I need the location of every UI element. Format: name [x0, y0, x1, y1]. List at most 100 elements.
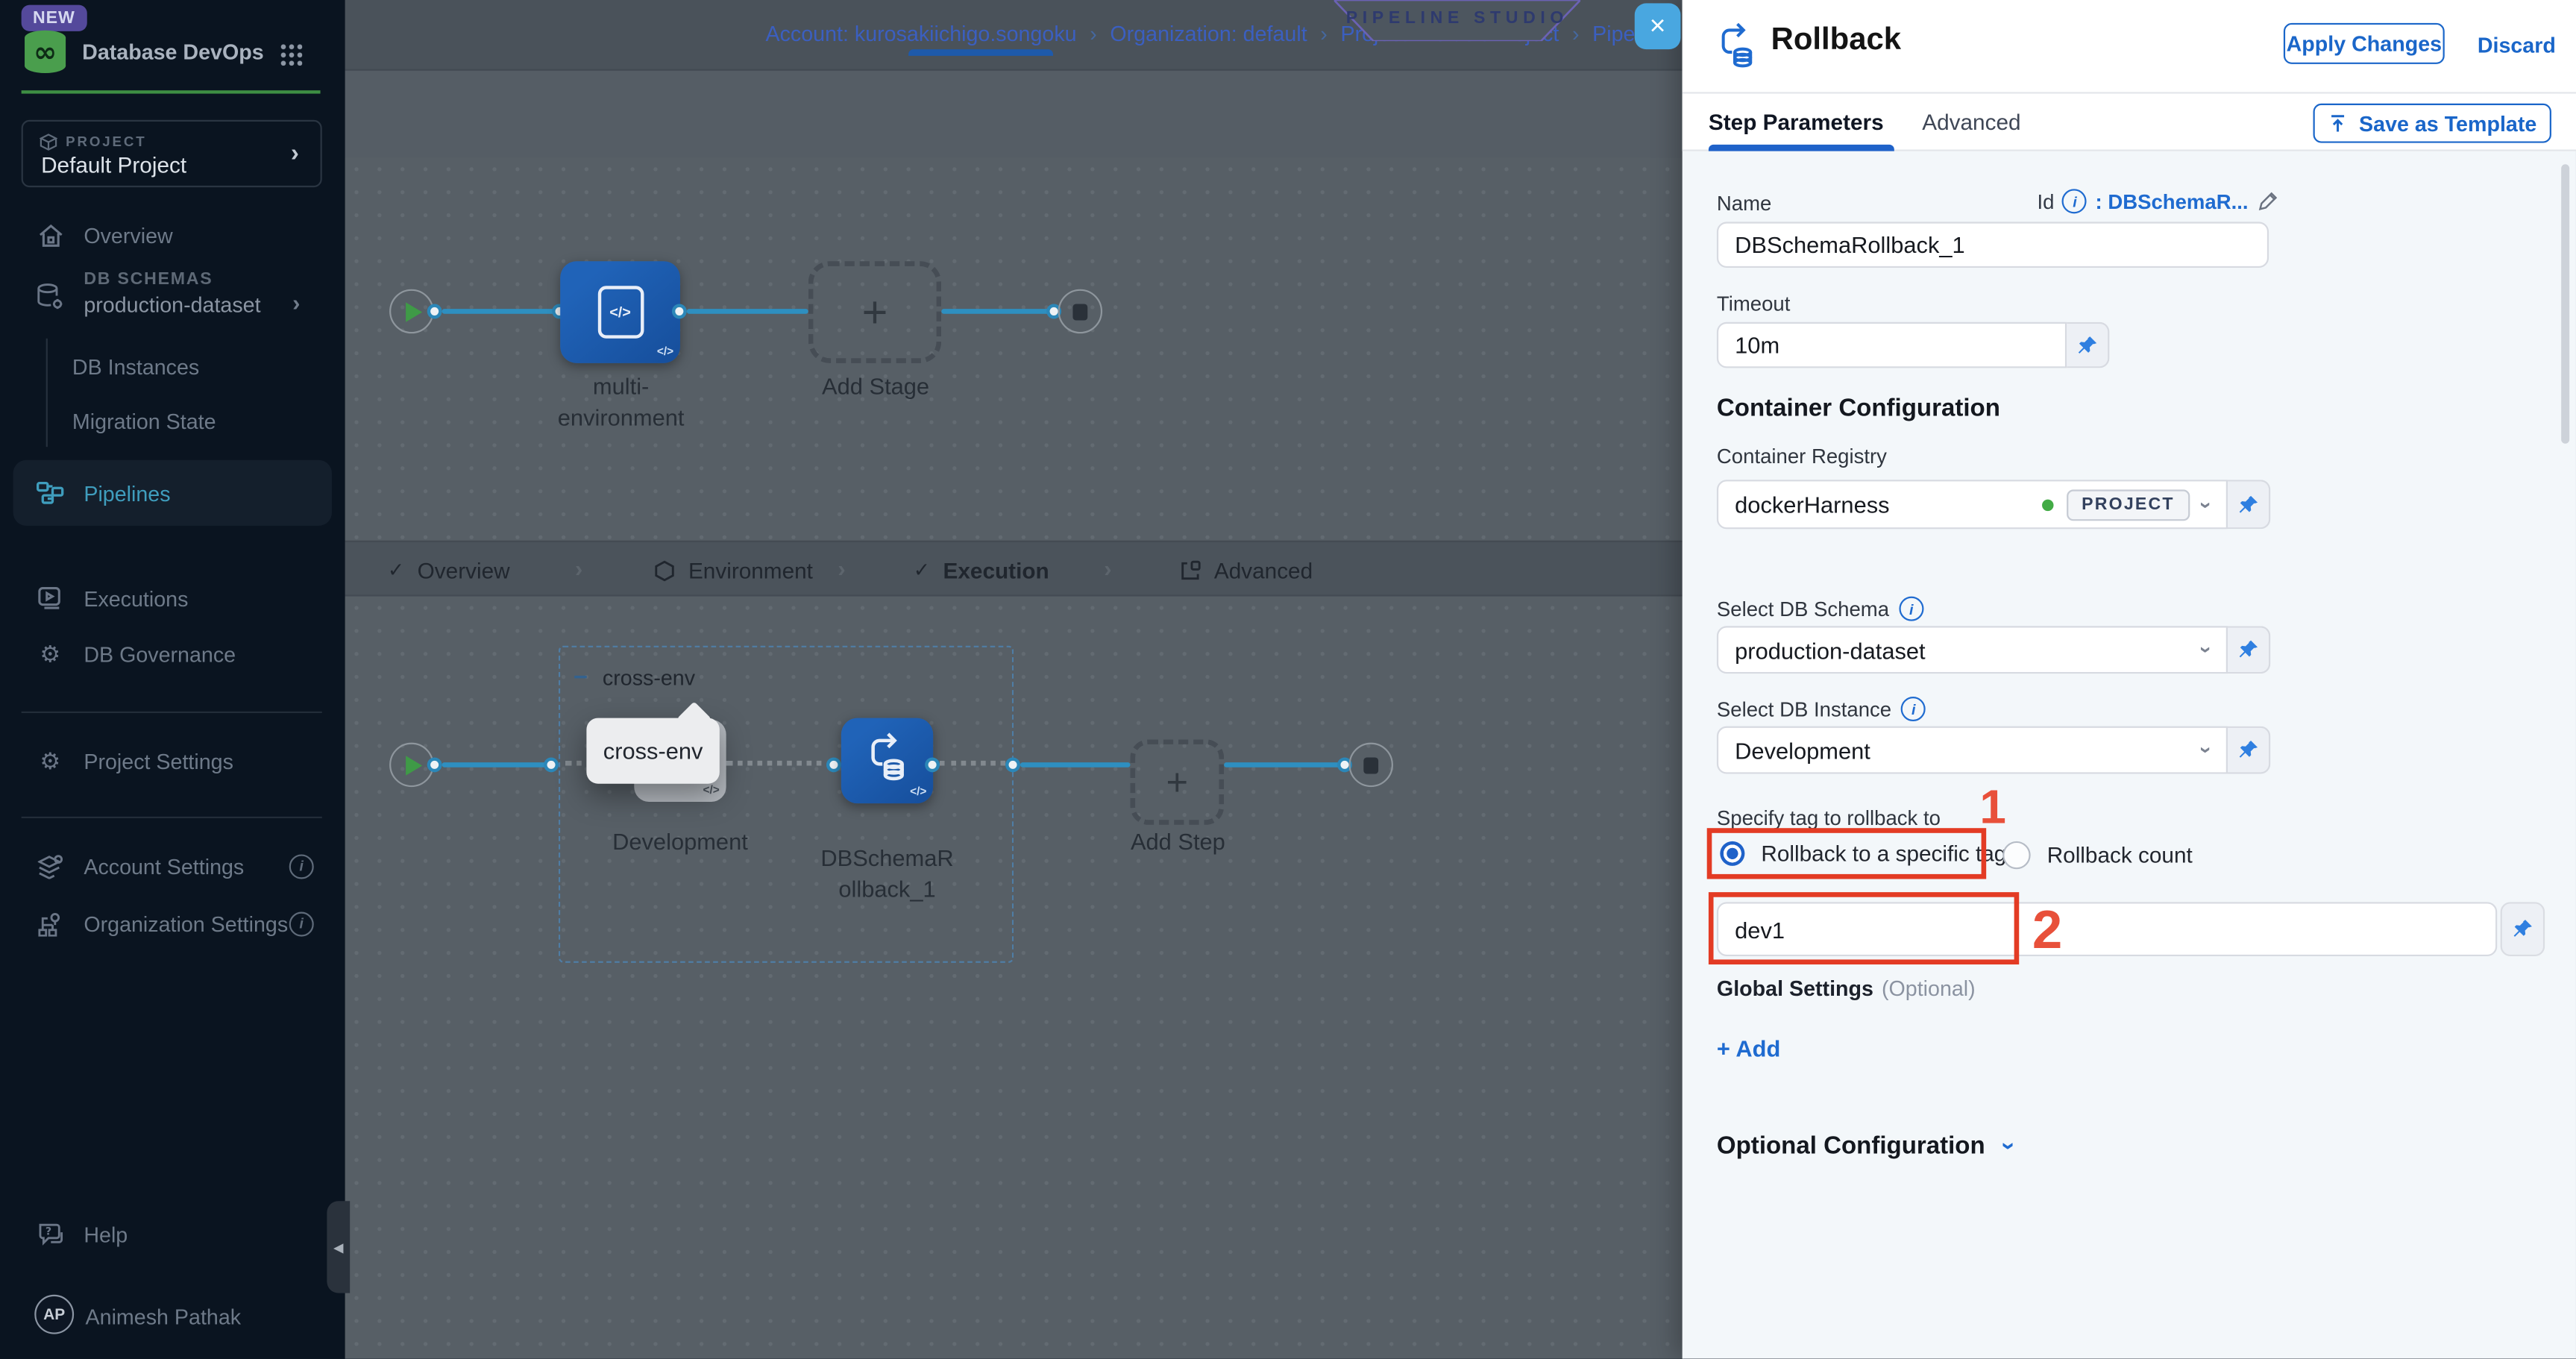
step-node-label[interactable]: DBSchemaRollback_1 — [818, 843, 956, 906]
tag-pin-button[interactable] — [2501, 902, 2545, 956]
chevron-right-icon: › — [838, 556, 845, 582]
sidebar-item-executions[interactable]: Executions — [0, 572, 345, 624]
hexagon-icon — [654, 559, 676, 581]
execution-canvas[interactable]: − cross-env </> cross-env — [345, 597, 1684, 1359]
sidebar-item-db-schemas[interactable]: DB SCHEMAS production-dataset › — [0, 266, 345, 339]
sidebar-collapse-handle[interactable]: ◀ — [327, 1201, 350, 1293]
sidebar-item-label: Project Settings — [84, 748, 233, 773]
chevron-down-icon: › — [2193, 747, 2218, 754]
sidebar-item-pipelines[interactable]: Pipelines — [0, 467, 345, 519]
container-registry-select[interactable]: dockerHarness PROJECT › — [1717, 480, 2228, 529]
custom-stage-icon: </> — [597, 286, 644, 338]
project-kind-label: PROJECT — [66, 133, 146, 149]
connector-port — [925, 757, 940, 772]
close-drawer-button[interactable]: × — [1635, 3, 1681, 49]
db-schema-select[interactable]: production-dataset › — [1717, 626, 2228, 674]
cube-icon — [40, 133, 57, 151]
sidebar-item-help[interactable]: ? Help — [0, 1208, 345, 1260]
sidebar-item-db-governance[interactable]: ⚙ DB Governance — [0, 627, 345, 680]
tab-overview[interactable]: ✓ Overview — [388, 542, 510, 598]
project-selector[interactable]: PROJECT Default Project › — [22, 120, 322, 187]
tab-step-parameters[interactable]: Step Parameters — [1709, 110, 1884, 135]
sidebar-item-organization-settings[interactable]: Organization Settings i — [0, 897, 345, 950]
sidebar-item-account-settings[interactable]: Account Settings i — [0, 840, 345, 892]
stage-node-multi-environment[interactable]: </> </> — [560, 261, 680, 363]
optional-configuration-row[interactable]: Optional Configuration › — [1717, 1132, 2013, 1160]
timeout-input[interactable]: 10m — [1717, 322, 2067, 368]
check-icon: ✓ — [388, 559, 404, 582]
schema-value: production-dataset — [1735, 637, 1925, 663]
sidebar-item-db-instances[interactable]: DB Instances — [0, 340, 345, 392]
step-node-dbschemarollback[interactable]: </> — [841, 718, 933, 804]
chevron-right-icon: › — [1104, 556, 1111, 582]
chevron-down-icon: › — [2193, 646, 2218, 653]
sidebar-item-label: Overview — [84, 222, 172, 247]
group-name: cross-env — [603, 665, 695, 690]
breadcrumb-separator: › — [1090, 22, 1097, 46]
user-avatar[interactable]: AP — [34, 1295, 74, 1334]
connector-port — [544, 757, 559, 772]
timeout-pin-button[interactable] — [2067, 322, 2109, 368]
apply-changes-button[interactable]: Apply Changes — [2284, 23, 2445, 64]
tab-advanced[interactable]: Advanced — [1922, 110, 2020, 135]
radio-unselected-icon[interactable] — [2002, 841, 2030, 869]
org-settings-icon — [36, 911, 63, 935]
breadcrumb-org[interactable]: Organization: default — [1110, 22, 1307, 46]
stop-icon — [1072, 303, 1087, 319]
edit-id-icon[interactable] — [2257, 191, 2278, 213]
connector-status-dot — [2042, 499, 2053, 510]
stage-canvas[interactable]: </> </> + multi-environment Add Stage — [345, 157, 1684, 540]
active-tab-underline — [1709, 145, 1894, 151]
add-global-setting-link[interactable]: + Add — [1717, 1035, 1780, 1061]
add-step-button[interactable]: + — [1131, 739, 1225, 825]
user-name[interactable]: Animesh Pathak — [86, 1305, 242, 1329]
chevron-right-icon: › — [291, 139, 299, 167]
stage-label[interactable]: multi-environment — [549, 371, 694, 434]
collapse-minus-icon[interactable]: − — [574, 664, 588, 691]
sidebar-item-label: Executions — [84, 586, 188, 610]
db-instance-select[interactable]: Development › — [1717, 726, 2228, 774]
sidebar-item-label: Organization Settings — [84, 911, 288, 935]
chevron-down-icon: › — [2193, 500, 2218, 508]
name-label: Name — [1717, 192, 1771, 216]
settings-gear-icon: ⚙ — [36, 747, 63, 774]
pin-icon — [2512, 918, 2533, 940]
id-row: Id i : DBSchemaR... — [2037, 189, 2278, 213]
collapse-arrow-icon: ◀ — [333, 1240, 344, 1255]
apply-changes-label: Apply Changes — [2287, 31, 2442, 56]
add-stage-button[interactable]: + — [808, 261, 941, 363]
annotation-number-2: 2 — [2032, 899, 2062, 961]
sidebar-item-project-settings[interactable]: ⚙ Project Settings — [0, 735, 345, 787]
tooltip-text: cross-env — [603, 738, 703, 764]
schema-pin-button[interactable] — [2228, 626, 2270, 674]
drawer-header: Rollback Apply Changes Discard — [1683, 0, 2576, 94]
add-stage-label[interactable]: Add Stage — [808, 371, 943, 403]
sidebar-item-overview[interactable]: Overview — [0, 209, 345, 261]
sidebar-item-migration-state[interactable]: Migration State — [0, 395, 345, 447]
radio-rollback-count[interactable]: Rollback count — [2002, 841, 2193, 869]
tab-advanced[interactable]: Advanced — [1180, 542, 1313, 598]
connector-port — [1005, 757, 1020, 772]
drawer-scrollbar[interactable] — [2561, 164, 2569, 443]
tab-environment-label: Environment — [688, 558, 813, 583]
save-template-icon — [2328, 113, 2347, 133]
env-node-label[interactable]: Development — [608, 826, 753, 858]
breadcrumb-separator: › — [1320, 22, 1328, 46]
step-group-cross-env[interactable] — [559, 646, 1014, 963]
add-step-label[interactable]: Add Step — [1131, 826, 1226, 858]
tab-execution[interactable]: ✓ Execution — [914, 542, 1049, 598]
pipelines-icon — [36, 481, 63, 504]
chevron-right-icon: › — [575, 556, 582, 582]
tab-environment[interactable]: Environment — [654, 542, 813, 598]
save-as-template-button[interactable]: Save as Template — [2313, 104, 2551, 143]
name-input[interactable]: DBSchemaRollback_1 — [1717, 222, 2269, 268]
sidebar-divider — [22, 712, 322, 713]
breadcrumb-account[interactable]: Account: kurosakiichigo.songoku — [766, 22, 1077, 46]
group-header[interactable]: − cross-env — [574, 664, 695, 691]
active-tab-underline — [908, 49, 1053, 56]
code-badge-icon: </> — [657, 347, 673, 358]
instance-pin-button[interactable] — [2228, 726, 2270, 774]
discard-button[interactable]: Discard — [2478, 33, 2556, 57]
app-grid-icon[interactable] — [279, 43, 302, 66]
registry-pin-button[interactable] — [2228, 480, 2270, 529]
